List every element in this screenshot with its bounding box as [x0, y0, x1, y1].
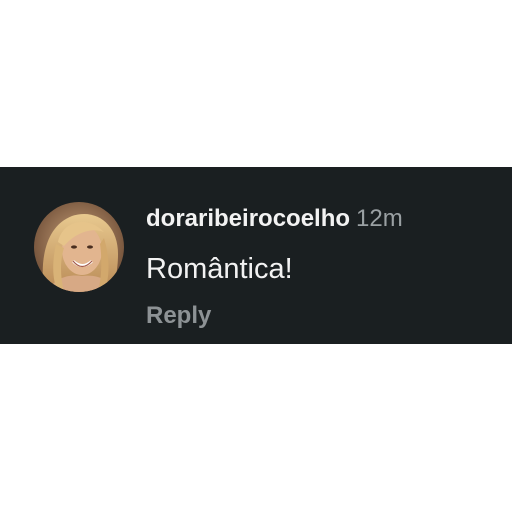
comment-header: doraribeirocoelho 12m [146, 204, 403, 234]
timestamp: 12m [356, 205, 403, 232]
avatar[interactable] [34, 202, 124, 292]
avatar-photo-icon [34, 202, 124, 292]
comment-card: doraribeirocoelho 12m Romântica! Reply [0, 167, 512, 344]
comment-text: Romântica! [146, 253, 293, 285]
reply-button[interactable]: Reply [146, 301, 211, 331]
username-link[interactable]: doraribeirocoelho [146, 205, 350, 232]
page: doraribeirocoelho 12m Romântica! Reply [0, 0, 512, 512]
